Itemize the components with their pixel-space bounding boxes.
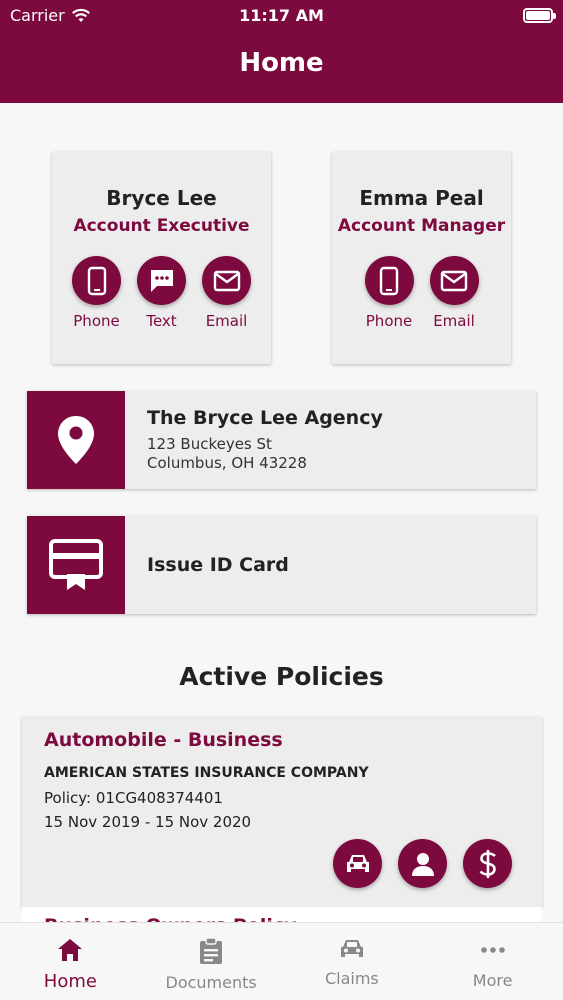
address-line-2: Columbus, OH 43228	[147, 454, 307, 472]
email-label: Email	[433, 312, 475, 330]
agency-card[interactable]: The Bryce Lee Agency 123 Buckeyes St Col…	[27, 391, 536, 489]
contact-role: Account Manager	[337, 216, 506, 236]
contact-card-account-executive: Bryce Lee Account Executive Phone Text E…	[52, 152, 271, 364]
contact-name: Bryce Lee	[106, 186, 217, 210]
policy-company: AMERICAN STATES INSURANCE COMPANY	[44, 765, 369, 781]
tab-bar: Home Documents Claims More	[0, 922, 563, 1000]
dollar-icon	[479, 849, 496, 878]
tab-home[interactable]: Home	[0, 923, 141, 1000]
id-card-icon-block	[27, 516, 125, 614]
agency-icon-block	[27, 391, 125, 489]
policy-type: Automobile - Business	[44, 729, 283, 751]
battery-icon	[523, 8, 556, 23]
phone-icon	[379, 266, 399, 295]
text-label: Text	[146, 312, 177, 330]
phone-icon	[87, 266, 106, 295]
active-policies-title: Active Policies	[179, 662, 384, 691]
tab-more[interactable]: More	[422, 923, 563, 1000]
billing-button[interactable]	[463, 839, 512, 888]
page-title: Home	[239, 48, 324, 78]
status-bar: Carrier 11:17 AM	[0, 4, 563, 26]
contact-role: Account Executive	[73, 216, 250, 236]
email-button[interactable]: Email	[202, 256, 251, 330]
contact-name: Emma Peal	[359, 186, 484, 210]
tab-claims[interactable]: Claims	[282, 923, 423, 1000]
issue-id-card-label: Issue ID Card	[147, 554, 289, 576]
tab-home-label: Home	[43, 971, 97, 992]
drivers-button[interactable]	[398, 839, 447, 888]
email-button[interactable]: Email	[429, 256, 479, 330]
status-time: 11:17 AM	[239, 6, 324, 25]
policy-number: Policy: 01CG408374401	[44, 789, 223, 807]
phone-button[interactable]: Phone	[72, 256, 121, 330]
nav-header: Carrier 11:17 AM Home	[0, 0, 563, 103]
policy-dates: 15 Nov 2019 - 15 Nov 2020	[44, 813, 252, 831]
home-icon	[58, 939, 83, 961]
agency-name: The Bryce Lee Agency	[147, 407, 383, 429]
agency-address: 123 Buckeyes St Columbus, OH 43228	[147, 435, 383, 473]
vehicles-button[interactable]	[333, 839, 382, 888]
text-button[interactable]: Text	[137, 256, 186, 330]
email-label: Email	[205, 312, 248, 330]
tab-claims-label: Claims	[324, 969, 379, 988]
phone-label: Phone	[73, 312, 120, 330]
car-icon	[346, 854, 369, 872]
tab-documents-label: Documents	[165, 973, 257, 992]
id-card-icon	[49, 539, 103, 590]
clipboard-icon	[200, 937, 223, 964]
tab-documents[interactable]: Documents	[141, 923, 282, 1000]
location-pin-icon	[58, 416, 94, 464]
more-dots-icon	[480, 947, 505, 953]
tab-more-label: More	[472, 971, 513, 990]
message-icon	[150, 269, 173, 292]
address-line-1: 123 Buckeyes St	[147, 435, 272, 453]
phone-button[interactable]: Phone	[364, 256, 414, 330]
phone-label: Phone	[365, 312, 413, 330]
issue-id-card-button[interactable]: Issue ID Card	[27, 516, 536, 614]
mail-icon	[440, 270, 468, 291]
policy-card[interactable]: Automobile - Business AMERICAN STATES IN…	[22, 717, 542, 907]
car-icon	[340, 940, 363, 957]
contact-card-account-manager: Emma Peal Account Manager Phone Email	[332, 152, 511, 364]
person-icon	[411, 852, 434, 876]
mail-icon	[213, 270, 240, 291]
